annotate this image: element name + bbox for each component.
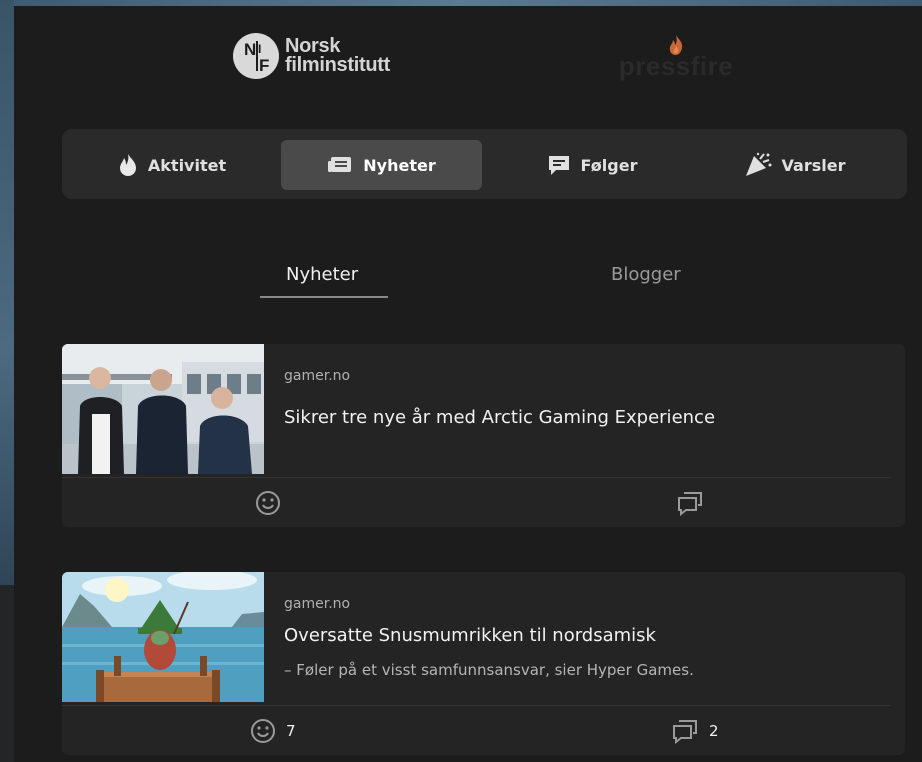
flame-icon	[119, 154, 136, 176]
pressfire-logo[interactable]: pressfire	[616, 34, 736, 81]
tab-aktivitet[interactable]: Aktivitet	[82, 140, 262, 190]
subtab-blogger[interactable]: Blogger	[611, 264, 681, 285]
article-title[interactable]: Oversatte Snusmumrikken til nordsamisk	[284, 625, 656, 646]
article-image[interactable]	[62, 572, 264, 702]
reaction-button[interactable]	[255, 490, 291, 516]
pressfire-logo-text: pressfire	[618, 51, 734, 81]
article-title[interactable]: Sikrer tre nye år med Arctic Gaming Expe…	[284, 407, 715, 428]
nfi-logo-mark: N F I	[233, 33, 279, 79]
article-card[interactable]: gamer.no Sikrer tre nye år med Arctic Ga…	[62, 344, 905, 527]
party-icon	[745, 152, 772, 176]
tab-aktivitet-label: Aktivitet	[147, 155, 227, 175]
chat-icon	[548, 156, 569, 175]
newspaper-icon	[328, 157, 352, 172]
tab-varsler[interactable]: Varsler	[702, 140, 887, 190]
main-tab-bar: Aktivitet Nyheter Følger Varsler	[62, 129, 907, 199]
article-card[interactable]: gamer.no Oversatte Snusmumrikken til nor…	[62, 572, 905, 755]
nfi-logo-text: Norsk filminstitutt	[285, 35, 390, 76]
tab-nyheter[interactable]: Nyheter	[281, 140, 482, 190]
comments-icon	[673, 720, 697, 744]
article-lead[interactable]: – Føler på et visst samfunnsansvar, sier…	[284, 661, 694, 679]
svg-text:I: I	[258, 42, 261, 56]
comment-button[interactable]	[676, 490, 714, 516]
article-source[interactable]: gamer.no	[284, 596, 350, 612]
card-divider	[62, 477, 891, 478]
card-divider	[62, 705, 891, 706]
tab-nyheter-label: Nyheter	[363, 155, 436, 175]
comment-count: 2	[709, 722, 719, 740]
article-source[interactable]: gamer.no	[284, 368, 350, 384]
tab-varsler-label: Varsler	[781, 155, 846, 175]
window-backdrop-bottom	[0, 585, 14, 762]
svg-text:N: N	[244, 40, 256, 59]
reaction-button[interactable]: 7	[250, 718, 296, 744]
news-panel: N F I Norsk filminstitutt pressfire Akti…	[14, 6, 922, 762]
subtab-nyheter[interactable]: Nyheter	[286, 264, 358, 285]
smiley-icon	[251, 719, 275, 743]
smiley-icon	[256, 491, 280, 515]
tab-folger-label: Følger	[580, 155, 638, 175]
window-backdrop	[0, 0, 14, 585]
tab-folger[interactable]: Følger	[502, 140, 682, 190]
article-image[interactable]	[62, 344, 264, 474]
comment-button[interactable]: 2	[671, 718, 719, 744]
comments-icon	[678, 492, 702, 516]
nfi-logo[interactable]: N F I Norsk filminstitutt	[233, 33, 390, 79]
reaction-count: 7	[286, 722, 296, 740]
svg-text:F: F	[259, 56, 269, 75]
subtab-active-indicator	[260, 296, 388, 298]
